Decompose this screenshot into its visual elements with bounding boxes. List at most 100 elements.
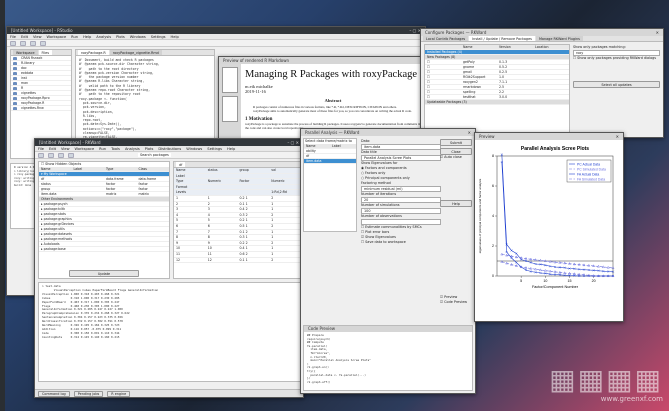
open-icon[interactable] [48,152,54,158]
grid-cell[interactable]: 0.3 1 [238,235,270,240]
grid-cell[interactable]: 3 [174,207,206,212]
submit-button[interactable]: Submit [440,139,472,146]
window-controls-icon[interactable]: – ▢ ✕ [287,139,299,146]
package-checkbox[interactable]: ☐ [425,70,461,74]
close-icon[interactable]: ✕ [656,29,659,36]
grid-cell[interactable]: 2 [269,241,301,246]
menu-help[interactable]: Help [227,146,235,151]
package-checkbox[interactable]: ☐ [425,60,461,64]
tab-files[interactable]: Files [38,50,52,55]
grid-cell[interactable]: Type [174,179,206,184]
menu-settings[interactable]: Settings [207,146,222,151]
grid-cell[interactable]: 0.2 1 [238,196,270,201]
grid-cell[interactable]: 2 [269,196,301,201]
package-checkbox[interactable]: ☐ [425,65,461,69]
grid-cell[interactable]: 0.4 2 [238,207,270,212]
menu-distributions[interactable]: Distributions [158,146,181,151]
menu-view[interactable]: View [33,34,42,39]
grid-cell[interactable]: 6 [206,224,238,229]
grid-cell[interactable] [238,190,270,195]
grid-cell[interactable]: 1 [269,230,301,235]
menu-edit[interactable]: Edit [21,34,28,39]
grid-cell[interactable]: 1 [269,252,301,257]
grid-cell[interactable]: status [206,168,238,173]
close-icon[interactable]: ✕ [616,133,619,140]
close-button[interactable]: Close [440,148,472,155]
menu-analysis[interactable]: Analysis [125,146,140,151]
save-icon[interactable] [58,152,64,158]
grid-cell[interactable]: 0.1 1 [238,258,270,263]
grid-cell[interactable]: 2 [269,213,301,218]
packages-tab[interactable]: Install / Update / Remove Packages [469,36,535,41]
menu-help[interactable]: Help [171,34,179,39]
editor-tab[interactable]: roxyPackage.R [78,50,109,55]
grid-cell[interactable] [238,185,270,190]
object-item[interactable]: item.data [304,159,356,164]
menu-plots[interactable]: Plots [116,34,125,39]
menu-analysis[interactable]: Analysis [96,34,111,39]
grid-cell[interactable]: 4 [206,213,238,218]
menu-edit[interactable]: Edit [49,146,56,151]
run-icon[interactable] [30,40,36,46]
page-thumbnail[interactable] [222,96,238,122]
select-updates-button[interactable]: Select all updates [573,81,660,88]
grid-cell[interactable]: 0.3 2 [238,213,270,218]
grid-cell[interactable]: 1 [206,196,238,201]
grid-cell[interactable]: group [238,168,270,173]
grid-cell[interactable]: Levels [174,190,206,195]
save-icon[interactable] [20,40,26,46]
environment-item[interactable]: ▸ package:base [39,247,169,252]
code-preview-check[interactable]: ☑ Code Preview [440,300,472,305]
menu-workspace[interactable]: Workspace [75,146,95,151]
grid-cell[interactable] [269,185,301,190]
grid-cell[interactable] [206,174,238,179]
menu-help[interactable]: Help [83,34,91,39]
grid-cell[interactable]: 0.5 1 [238,224,270,229]
grid-cell[interactable]: 12 [206,258,238,263]
grid-cell[interactable]: 5 [174,218,206,223]
grid-cell[interactable]: 9 [206,241,238,246]
grid-cell[interactable]: 11 [206,252,238,257]
grid-cell[interactable]: 1 [269,207,301,212]
menu-settings[interactable]: Settings [151,34,166,39]
grid-cell[interactable]: 2 [174,202,206,207]
package-checkbox[interactable]: ☐ [425,80,461,84]
menu-file[interactable]: File [10,34,16,39]
grid-cell[interactable]: 6 [174,224,206,229]
package-checkbox[interactable]: ☐ [425,85,461,89]
grid-cell[interactable] [206,185,238,190]
close-icon[interactable]: ✕ [468,129,471,136]
search-tab[interactable]: Search packages [138,153,171,157]
option-check[interactable]: ☐ Save data to workspace [361,240,441,245]
grid-cell[interactable]: 1 [269,246,301,251]
grid-cell[interactable]: 10 [174,246,206,251]
grid-cell[interactable]: 1 [269,218,301,223]
section-updates[interactable]: Updateable Packages (3) [425,100,569,105]
grid-cell[interactable]: Numeric [206,179,238,184]
packages-tab[interactable]: Manage RKWard Plugins [535,36,583,41]
file-item[interactable]: vignettes.Rnw [11,106,71,111]
grid-cell[interactable]: 0.1 1 [238,202,270,207]
grid-cell[interactable]: 9 [174,241,206,246]
grid-cell[interactable]: 1 [269,235,301,240]
package-checkbox[interactable]: ☐ [425,95,461,99]
grid-cell[interactable]: 0.4 1 [238,246,270,251]
new-icon[interactable] [38,152,44,158]
grid-row[interactable]: 12 12 0.1 12 [174,258,301,264]
status-button[interactable]: Pending jobs [73,391,104,397]
status-button[interactable]: Command log [38,391,70,397]
menu-windows[interactable]: Windows [130,34,146,39]
status-button[interactable]: R engine [107,391,131,397]
grid-cell[interactable]: 2 [269,224,301,229]
rk-dialogs-check[interactable]: ☐ Show only packages providing RKWard di… [573,56,660,61]
menu-windows[interactable]: Windows [186,146,202,151]
grid-cell[interactable] [206,190,238,195]
grid-cell[interactable]: 1 [269,202,301,207]
grid-cell[interactable]: 8 [174,235,206,240]
help-icon[interactable] [40,40,46,46]
grid-cell[interactable]: 11 [174,252,206,257]
menu-view[interactable]: View [61,146,70,151]
packages-tab[interactable]: Local Contrib Packages [423,36,469,41]
grid-cell[interactable] [269,174,301,179]
page-thumbnail[interactable] [222,67,238,93]
